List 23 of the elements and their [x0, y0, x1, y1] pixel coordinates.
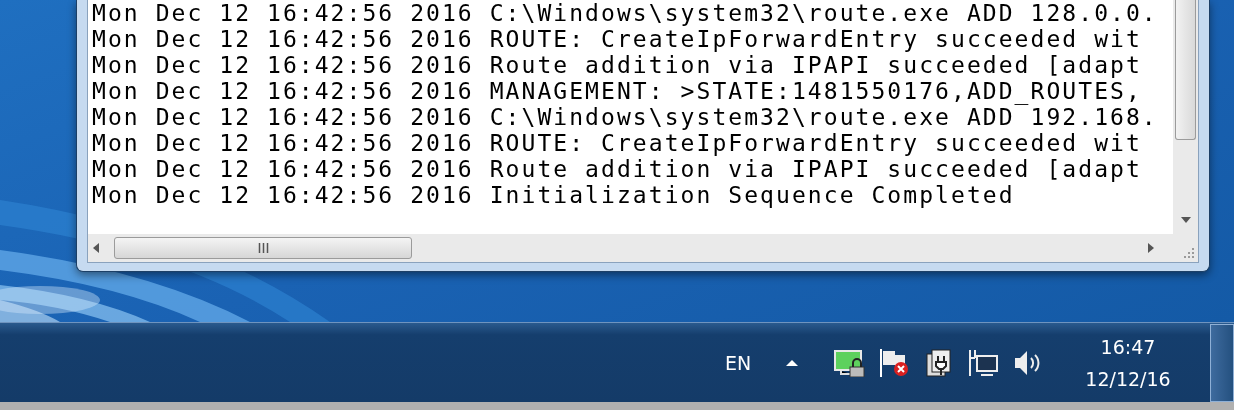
log-line: Mon Dec 12 16:42:56 2016 C:\Windows\system32\route.exe ADD 192.168.	[92, 104, 1159, 130]
language-indicator[interactable]: EN	[725, 351, 781, 374]
clock[interactable]: 16:47 12/12/16	[1079, 330, 1177, 395]
scroll-down-arrow-icon[interactable]	[1179, 216, 1192, 224]
grip-icon	[257, 243, 269, 253]
show-hidden-icons-icon[interactable]	[785, 358, 799, 367]
scroll-right-arrow-icon[interactable]	[1147, 242, 1155, 254]
log-line: Mon Dec 12 16:42:56 2016 Route addition via IPAPI succeeded [adapt	[92, 156, 1143, 182]
log-line: Mon Dec 12 16:42:56 2016 ROUTE: CreateIpForwardEntry succeeded wit	[92, 130, 1143, 156]
scrollbar-thumb[interactable]	[114, 237, 412, 259]
log-line: Mon Dec 12 16:42:56 2016 ROUTE: CreateIpForwardEntry succeeded wit	[92, 26, 1143, 52]
resize-grip-icon[interactable]	[1183, 247, 1195, 259]
flag-error-icon[interactable]	[879, 347, 911, 378]
network-computer-icon[interactable]	[967, 347, 999, 378]
scrollbar-thumb[interactable]	[1175, 0, 1196, 140]
power-plug-icon[interactable]	[925, 347, 953, 378]
log-line: Mon Dec 12 16:42:56 2016 Initialization Sequence Completed	[92, 182, 1016, 208]
log-line: Mon Dec 12 16:42:56 2016 Route addition via IPAPI succeeded [adapt	[92, 52, 1143, 78]
scroll-left-arrow-icon[interactable]	[92, 242, 100, 254]
log-line: Mon Dec 12 16:42:56 2016 C:\Windows\system32\route.exe ADD 128.0.0.	[92, 0, 1159, 26]
log-line: Mon Dec 12 16:42:56 2016 MANAGEMENT: >STATE:1481550176,ADD_ROUTES,	[92, 78, 1143, 104]
monitor-lock-icon[interactable]	[833, 348, 865, 377]
show-desktop-button[interactable]	[1210, 323, 1234, 402]
